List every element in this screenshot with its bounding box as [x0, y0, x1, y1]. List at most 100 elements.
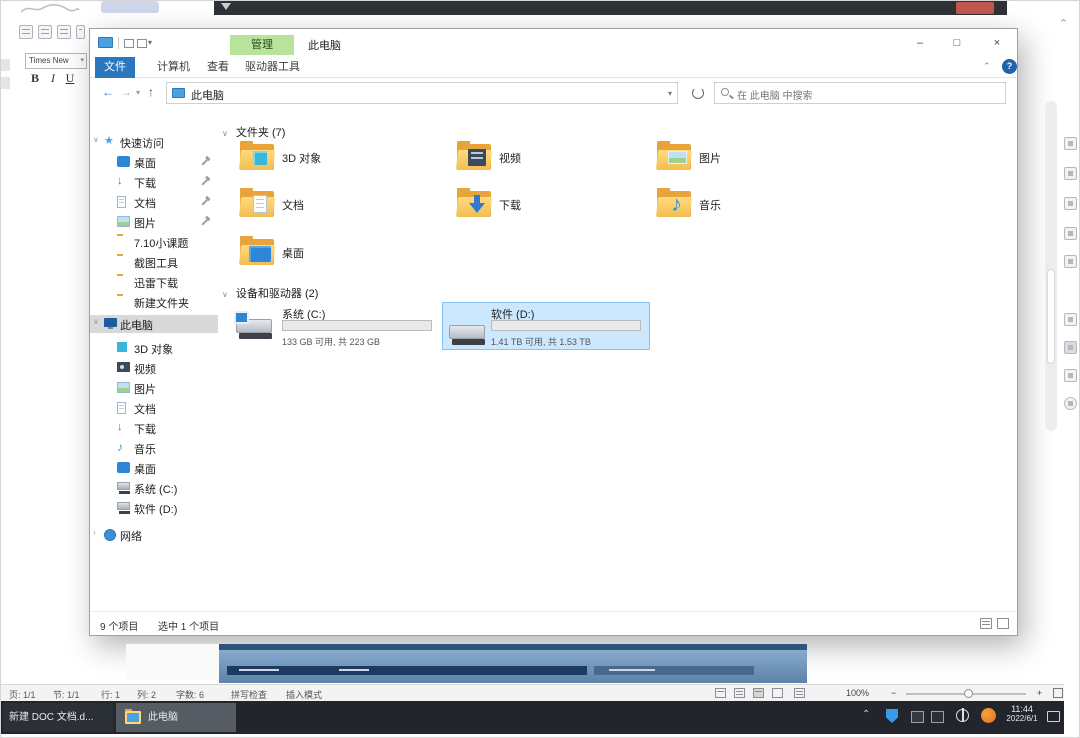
sidebar-item-folder[interactable]: 新建文件夹: [90, 293, 218, 311]
sidebar-item-network[interactable]: › 网络: [90, 526, 218, 544]
chevron-expanded-icon[interactable]: ∨: [93, 317, 99, 326]
sidebar-item-desktop[interactable]: 桌面: [90, 153, 218, 171]
sidebar-item-folder[interactable]: 7.10小课题: [90, 233, 218, 251]
collapse-chevron-icon[interactable]: ⌃: [1059, 17, 1068, 30]
zoom-level[interactable]: 100%: [846, 688, 869, 698]
sidebar-item-drive-c[interactable]: 系统 (C:): [90, 479, 218, 497]
tab-file[interactable]: 文件: [95, 57, 135, 78]
folder-tile-videos[interactable]: [455, 141, 493, 170]
sidebar-item-downloads[interactable]: ↓ 下载: [90, 173, 218, 191]
folder-label[interactable]: 视频: [499, 150, 521, 166]
tray-expand-icon[interactable]: ⌃: [862, 709, 870, 720]
zoom-slider[interactable]: [906, 689, 1026, 698]
tab-drive-tools[interactable]: 驱动器工具: [236, 57, 309, 78]
italic-button[interactable]: I: [45, 71, 61, 86]
folder-tile-music[interactable]: ♪: [655, 188, 693, 217]
taskbar-item-document[interactable]: 新建 DOC 文档.d...: [3, 703, 113, 732]
print-icon[interactable]: [38, 25, 52, 39]
up-button[interactable]: ↑: [148, 85, 154, 99]
zoom-slider-thumb[interactable]: [964, 689, 973, 698]
sidebar-item-desktop[interactable]: 桌面: [90, 459, 218, 477]
lock-tool-icon[interactable]: [1064, 197, 1077, 210]
group-header-drives[interactable]: ∨ 设备和驱动器 (2): [222, 285, 318, 301]
minimize-button[interactable]: –: [905, 34, 935, 53]
folder-tile-documents[interactable]: [238, 188, 276, 217]
folder-label[interactable]: 图片: [699, 150, 721, 166]
sidebar-item-pictures[interactable]: 图片: [90, 213, 218, 231]
drive-tile-c[interactable]: 系统 (C:) 133 GB 可用, 共 223 GB: [232, 303, 440, 351]
quick-access-customize-icon[interactable]: ▾: [148, 38, 152, 47]
folder-label[interactable]: 桌面: [282, 245, 304, 261]
redo-icon[interactable]: [76, 25, 85, 39]
address-bar[interactable]: 此电脑 ▾: [166, 82, 678, 104]
eraser-tool-icon[interactable]: [1064, 397, 1077, 410]
refresh-icon[interactable]: [692, 87, 704, 99]
tab-computer[interactable]: 计算机: [148, 57, 199, 78]
folder-tile-downloads[interactable]: [455, 188, 493, 217]
folder-label[interactable]: 3D 对象: [282, 150, 321, 166]
quick-access-properties-icon[interactable]: [124, 39, 134, 48]
scrollbar[interactable]: [1045, 101, 1057, 431]
sidebar-item-documents[interactable]: 文档: [90, 399, 218, 417]
sidebar-item-3d-objects[interactable]: 3D 对象: [90, 339, 218, 357]
pen-tool-icon[interactable]: [1064, 137, 1077, 150]
quick-access-newfolder-icon[interactable]: [137, 39, 147, 48]
ribbon-collapse-icon[interactable]: ⌃: [983, 61, 991, 72]
sidebar-item-folder[interactable]: 截图工具: [90, 253, 218, 271]
cursor-tool-icon[interactable]: [1064, 167, 1077, 180]
tab-view[interactable]: 查看: [198, 57, 238, 78]
record-button[interactable]: [956, 2, 994, 14]
forward-button[interactable]: →: [120, 85, 132, 99]
chevron-down-icon[interactable]: ▾: [668, 89, 672, 98]
tray-app-icon[interactable]: [911, 711, 924, 723]
outline-view-icon[interactable]: [794, 688, 805, 698]
underline-button[interactable]: U: [62, 71, 78, 86]
thumbnail-view-icon[interactable]: [997, 618, 1009, 629]
fit-page-icon[interactable]: [1053, 688, 1063, 698]
web-view-icon[interactable]: [772, 688, 783, 698]
browser-icon[interactable]: [981, 708, 996, 723]
taskbar-clock[interactable]: 11:44 2022/6/1: [1001, 704, 1043, 723]
group-header-folders[interactable]: ∨ 文件夹 (7): [222, 124, 285, 140]
notification-center-icon[interactable]: [1047, 711, 1060, 722]
image-tool-icon[interactable]: [1064, 255, 1077, 268]
save-icon[interactable]: [19, 25, 33, 39]
column-view-icon[interactable]: [734, 688, 745, 698]
undo-icon[interactable]: [57, 25, 71, 39]
sidebar-item-quick-access[interactable]: ∨ ★ 快速访问: [90, 133, 218, 151]
textbox-tool-icon[interactable]: [1064, 341, 1077, 354]
page-view-icon[interactable]: [753, 688, 764, 698]
folder-tile-pictures[interactable]: [655, 141, 693, 170]
sidebar-item-downloads[interactable]: ↓ 下载: [90, 419, 218, 437]
sticker-tool-icon[interactable]: [1064, 313, 1077, 326]
font-name-select[interactable]: Times New ▾: [25, 53, 87, 69]
zoom-out-button[interactable]: −: [891, 688, 896, 698]
dropdown-arrow-icon[interactable]: [221, 3, 231, 10]
folder-tile-desktop[interactable]: [238, 236, 276, 265]
sidebar-item-pictures[interactable]: 图片: [90, 379, 218, 397]
read-view-icon[interactable]: [715, 688, 726, 698]
folder-tile-3d-objects[interactable]: [238, 141, 276, 170]
sidebar-item-drive-d[interactable]: 软件 (D:): [90, 499, 218, 517]
sidebar-item-music[interactable]: ♪ 音乐: [90, 439, 218, 457]
input-method-icon[interactable]: [956, 708, 969, 722]
drive-tile-d[interactable]: 软件 (D:) 1.41 TB 可用, 共 1.53 TB: [442, 302, 650, 350]
sidebar-item-folder[interactable]: 迅雷下载: [90, 273, 218, 291]
scrollbar-thumb[interactable]: [1047, 269, 1055, 364]
chevron-collapsed-icon[interactable]: ›: [93, 528, 96, 537]
sidebar-item-this-pc[interactable]: ∨ 此电脑: [90, 315, 218, 333]
search-input[interactable]: 在 此电脑 中搜索: [714, 82, 1006, 104]
bold-button[interactable]: B: [27, 71, 43, 86]
folder-label[interactable]: 文档: [282, 197, 304, 213]
recent-locations-icon[interactable]: ▾: [136, 88, 140, 97]
sidebar-item-videos[interactable]: 视频: [90, 359, 218, 377]
security-shield-icon[interactable]: [886, 709, 898, 723]
check-tool-icon[interactable]: [1064, 369, 1077, 382]
back-button[interactable]: ←: [102, 85, 114, 99]
details-view-icon[interactable]: [980, 618, 992, 629]
help-icon[interactable]: ?: [1002, 59, 1017, 74]
chevron-expanded-icon[interactable]: ∨: [93, 135, 99, 144]
taskbar-item-explorer[interactable]: 此电脑: [116, 703, 236, 732]
shapes-tool-icon[interactable]: [1064, 227, 1077, 240]
close-button[interactable]: ×: [982, 34, 1012, 53]
